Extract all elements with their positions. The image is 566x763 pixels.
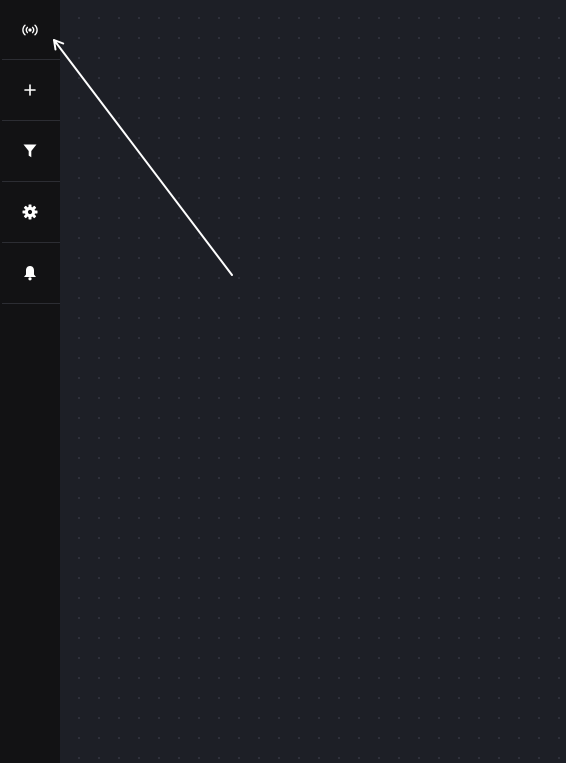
sidebar	[0, 0, 60, 763]
canvas-area[interactable]	[60, 0, 566, 763]
settings-button[interactable]	[0, 182, 60, 242]
app-window	[0, 0, 566, 763]
gear-icon	[22, 204, 38, 220]
broadcast-button[interactable]	[0, 0, 60, 60]
plus-icon	[24, 84, 36, 96]
sidebar-divider	[2, 303, 60, 304]
filter-button[interactable]	[0, 121, 60, 181]
notifications-button[interactable]	[0, 243, 60, 303]
filter-icon	[23, 144, 37, 158]
bell-icon	[24, 266, 36, 281]
broadcast-icon	[22, 24, 38, 36]
add-button[interactable]	[0, 60, 60, 120]
